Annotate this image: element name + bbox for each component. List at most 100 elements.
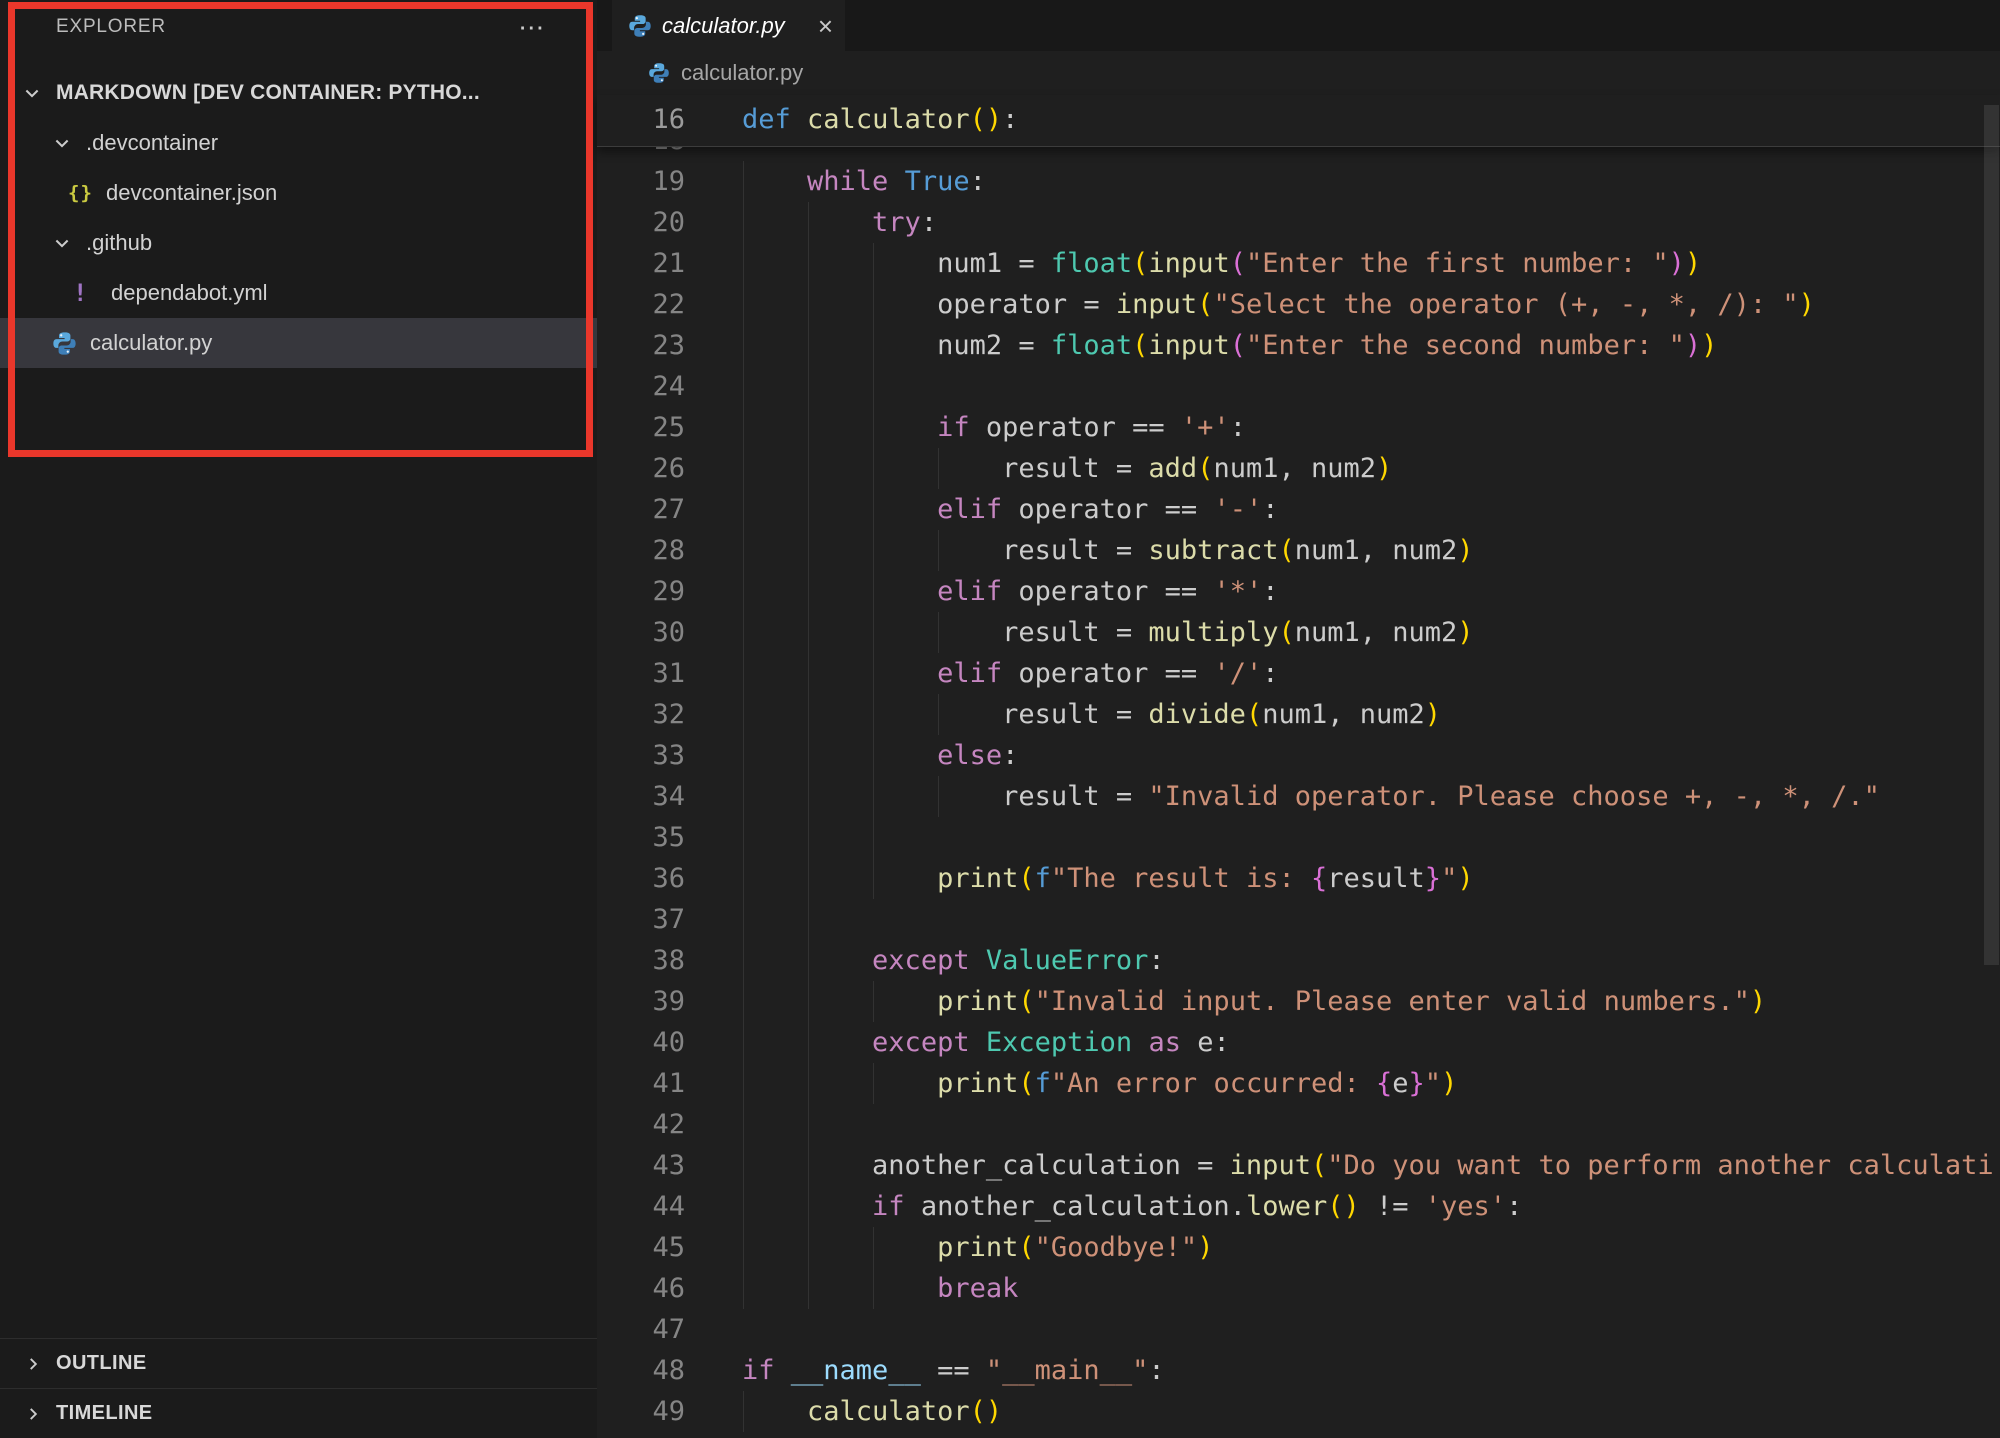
code-line-28[interactable]: 28 result = subtract(num1, num2) xyxy=(597,530,2000,571)
tab-bar: calculator.py × xyxy=(597,0,2000,51)
tab-title: calculator.py xyxy=(662,13,808,39)
tree-item-devcontainer-json[interactable]: {}devcontainer.json xyxy=(0,168,597,218)
indent-guide xyxy=(873,366,874,407)
code-line-25[interactable]: 25 if operator == '+': xyxy=(597,407,2000,448)
line-content: another_calculation = input("Do you want… xyxy=(742,1145,2000,1186)
code-line-39[interactable]: 39 print("Invalid input. Please enter va… xyxy=(597,981,2000,1022)
code-line-29[interactable]: 29 elif operator == '*': xyxy=(597,571,2000,612)
line-content: break xyxy=(742,1268,2000,1309)
line-content: if another_calculation.lower() != 'yes': xyxy=(742,1186,2000,1227)
tree-item-label: calculator.py xyxy=(90,330,220,356)
indent-guide xyxy=(743,981,744,1022)
indent-guide xyxy=(873,571,874,612)
code-line-34[interactable]: 34 result = "Invalid operator. Please ch… xyxy=(597,776,2000,817)
code-line-19[interactable]: 19 while True: xyxy=(597,161,2000,202)
sticky-scroll-line[interactable]: 16def calculator(): xyxy=(597,95,2000,147)
line-number: 50 xyxy=(597,1432,742,1438)
indent-guide xyxy=(743,1391,744,1432)
code-line-16[interactable]: 16def calculator(): xyxy=(597,95,1018,136)
indent-guide xyxy=(873,858,874,899)
line-number: 40 xyxy=(597,1022,742,1063)
code-line-21[interactable]: 21 num1 = float(input("Enter the first n… xyxy=(597,243,2000,284)
code-line-37[interactable]: 37 xyxy=(597,899,2000,940)
code-line-46[interactable]: 46 break xyxy=(597,1268,2000,1309)
code-line-44[interactable]: 44 if another_calculation.lower() != 'ye… xyxy=(597,1186,2000,1227)
line-content xyxy=(742,817,2000,858)
editor-scrollbar[interactable] xyxy=(1983,95,2000,1438)
code-line-22[interactable]: 22 operator = input("Select the operator… xyxy=(597,284,2000,325)
sidebar-section-timeline[interactable]: TIMELINE xyxy=(0,1388,597,1438)
code-line-42[interactable]: 42 xyxy=(597,1104,2000,1145)
code-line-48[interactable]: 48if __name__ == "__main__": xyxy=(597,1350,2000,1391)
line-content: num1 = float(input("Enter the first numb… xyxy=(742,243,2000,284)
indent-guide xyxy=(873,1227,874,1268)
code-line-24[interactable]: 24 xyxy=(597,366,2000,407)
tree-item-markdown-dev-container-pytho-[interactable]: MARKDOWN [DEV CONTAINER: PYTHO... xyxy=(0,68,597,118)
code-line-30[interactable]: 30 result = multiply(num1, num2) xyxy=(597,612,2000,653)
code-line-20[interactable]: 20 try: xyxy=(597,202,2000,243)
code-line-38[interactable]: 38 except ValueError: xyxy=(597,940,2000,981)
tab-close-icon[interactable]: × xyxy=(818,13,833,39)
code-line-23[interactable]: 23 num2 = float(input("Enter the second … xyxy=(597,325,2000,366)
code-line-50[interactable]: 50 xyxy=(597,1432,2000,1438)
chevron-right-icon xyxy=(24,1405,42,1423)
more-actions-icon[interactable]: ⋯ xyxy=(518,22,545,32)
code-line-31[interactable]: 31 elif operator == '/': xyxy=(597,653,2000,694)
indent-guide xyxy=(743,612,744,653)
tree-item-label: devcontainer.json xyxy=(106,180,285,206)
indent-guide xyxy=(743,653,744,694)
sidebar-empty-space xyxy=(0,368,597,1338)
tab-calculator-py[interactable]: calculator.py × xyxy=(612,0,845,51)
indent-guide xyxy=(743,1104,744,1145)
line-number: 36 xyxy=(597,858,742,899)
tree-item-dependabot-yml[interactable]: !dependabot.yml xyxy=(0,268,597,318)
line-number: 24 xyxy=(597,366,742,407)
code-line-45[interactable]: 45 print("Goodbye!") xyxy=(597,1227,2000,1268)
line-content: else: xyxy=(742,735,2000,776)
line-number: 45 xyxy=(597,1227,742,1268)
line-number: 28 xyxy=(597,530,742,571)
line-content xyxy=(742,147,2000,161)
indent-guide xyxy=(743,571,744,612)
tree-item--devcontainer[interactable]: .devcontainer xyxy=(0,118,597,168)
tree-item--github[interactable]: .github xyxy=(0,218,597,268)
code-line-32[interactable]: 32 result = divide(num1, num2) xyxy=(597,694,2000,735)
indent-guide xyxy=(873,817,874,858)
line-content: num2 = float(input("Enter the second num… xyxy=(742,325,2000,366)
indent-guide xyxy=(743,448,744,489)
code-line-26[interactable]: 26 result = add(num1, num2) xyxy=(597,448,2000,489)
indent-guide xyxy=(808,1186,809,1227)
sidebar-section-outline[interactable]: OUTLINE xyxy=(0,1338,597,1388)
indent-guide xyxy=(808,694,809,735)
indent-guide xyxy=(808,776,809,817)
indent-guide xyxy=(743,817,744,858)
code-line-40[interactable]: 40 except Exception as e: xyxy=(597,1022,2000,1063)
line-number: 20 xyxy=(597,202,742,243)
tree-item-label: .devcontainer xyxy=(86,130,226,156)
indent-guide xyxy=(938,776,939,817)
indent-guide xyxy=(873,653,874,694)
tree-item-calculator-py[interactable]: calculator.py xyxy=(0,318,597,368)
indent-guide xyxy=(808,981,809,1022)
code-line-33[interactable]: 33 else: xyxy=(597,735,2000,776)
indent-guide xyxy=(873,1063,874,1104)
code-line-49[interactable]: 49 calculator() xyxy=(597,1391,2000,1432)
editor-group: calculator.py × calculator.py 16def calc… xyxy=(597,0,2000,1438)
indent-guide xyxy=(743,1227,744,1268)
code-editor[interactable]: 1819 while True:20 try:21 num1 = float(i… xyxy=(597,147,2000,1438)
code-line-43[interactable]: 43 another_calculation = input("Do you w… xyxy=(597,1145,2000,1186)
code-line-36[interactable]: 36 print(f"The result is: {result}") xyxy=(597,858,2000,899)
code-line-35[interactable]: 35 xyxy=(597,817,2000,858)
indent-guide xyxy=(873,243,874,284)
indent-guide xyxy=(938,612,939,653)
code-line-41[interactable]: 41 print(f"An error occurred: {e}") xyxy=(597,1063,2000,1104)
code-line-47[interactable]: 47 xyxy=(597,1309,2000,1350)
scrollbar-slider[interactable] xyxy=(1984,105,1999,965)
line-content: print("Invalid input. Please enter valid… xyxy=(742,981,2000,1022)
code-line-27[interactable]: 27 elif operator == '-': xyxy=(597,489,2000,530)
chevron-right-icon xyxy=(24,1355,42,1373)
line-number: 22 xyxy=(597,284,742,325)
line-content xyxy=(742,1104,2000,1145)
breadcrumb[interactable]: calculator.py xyxy=(597,51,2000,95)
code-line-18[interactable]: 18 xyxy=(597,147,2000,161)
